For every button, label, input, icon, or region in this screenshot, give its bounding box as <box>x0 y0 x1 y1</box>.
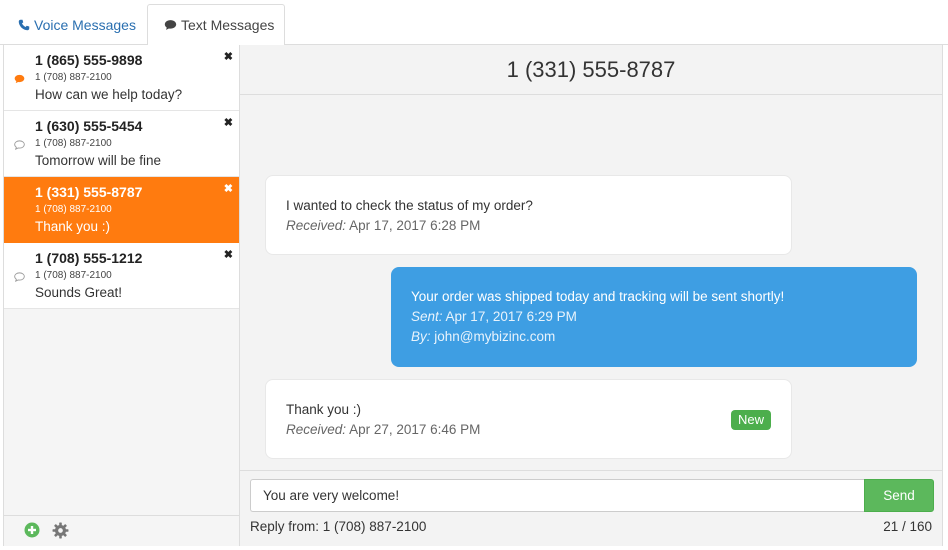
conversation-number: 1 (708) 555-1212 <box>35 250 143 266</box>
conversation-preview: How can we help today? <box>35 87 183 102</box>
conversation-item[interactable]: 1 (865) 555-9898 1 (708) 887-2100 How ca… <box>4 45 239 111</box>
message-meta: Received: Apr 17, 2017 6:28 PM <box>286 216 771 236</box>
message-sent: Your order was shipped today and trackin… <box>391 267 917 367</box>
message-text: I wanted to check the status of my order… <box>286 198 533 213</box>
received-time: Apr 27, 2017 6:46 PM <box>349 422 481 437</box>
messaging-app: 1 (865) 555-9898 1 (708) 887-2100 How ca… <box>3 45 943 546</box>
message-author: By: john@mybizinc.com <box>411 327 897 347</box>
phone-icon <box>18 19 30 31</box>
compose-area: Send Reply from: 1 (708) 887-2100 21 / 1… <box>240 470 942 546</box>
message-text: Thank you :) <box>286 402 362 417</box>
conversation-list: 1 (865) 555-9898 1 (708) 887-2100 How ca… <box>4 45 240 546</box>
message-meta: Received: Apr 27, 2017 6:46 PM <box>286 420 771 440</box>
tab-text-messages[interactable]: Text Messages <box>147 4 285 46</box>
conversation-item[interactable]: 1 (630) 555-5454 1 (708) 887-2100 Tomorr… <box>4 111 239 177</box>
plus-circle-icon[interactable] <box>24 522 40 538</box>
tab-text-label: Text Messages <box>181 17 275 33</box>
sent-label: Sent: <box>411 309 443 324</box>
gear-icon[interactable] <box>52 522 69 539</box>
close-icon[interactable]: ✖ <box>224 50 233 63</box>
conversation-line: 1 (708) 887-2100 <box>35 270 112 281</box>
speech-bubble-outline-icon <box>14 269 25 287</box>
tab-bar: Voice Messages Text Messages <box>0 0 948 46</box>
tab-voice-messages[interactable]: Voice Messages <box>6 4 146 45</box>
message-received: Thank you :) Received: Apr 27, 2017 6:46… <box>265 379 792 459</box>
close-icon[interactable]: ✖ <box>224 182 233 195</box>
conversation-thread: 1 (331) 555-8787 I wanted to check the s… <box>240 45 942 546</box>
conversation-line: 1 (708) 887-2100 <box>35 204 112 215</box>
conversation-number: 1 (331) 555-8787 <box>35 184 143 200</box>
conversation-line: 1 (708) 887-2100 <box>35 72 112 83</box>
speech-bubble-outline-icon <box>14 137 25 155</box>
conversation-preview: Tomorrow will be fine <box>35 153 162 168</box>
thread-title: 1 (331) 555-8787 <box>240 45 942 95</box>
by-label: By: <box>411 329 431 344</box>
conversation-preview: Thank you :) <box>35 219 111 234</box>
speech-bubble-icon <box>164 19 177 31</box>
conversation-item[interactable]: 1 (708) 555-1212 1 (708) 887-2100 Sounds… <box>4 243 239 309</box>
received-label: Received: <box>286 422 347 437</box>
tab-voice-label: Voice Messages <box>34 16 136 33</box>
reply-from: Reply from: 1 (708) 887-2100 <box>250 519 427 534</box>
received-label: Received: <box>286 218 347 233</box>
reply-input[interactable] <box>250 479 864 512</box>
author-email: john@mybizinc.com <box>434 329 556 344</box>
conversation-item-active[interactable]: 1 (331) 555-8787 1 (708) 887-2100 Thank … <box>4 177 239 243</box>
conversation-number: 1 (630) 555-5454 <box>35 118 143 134</box>
character-counter: 21 / 160 <box>883 519 932 534</box>
received-time: Apr 17, 2017 6:28 PM <box>349 218 481 233</box>
new-badge: New <box>730 410 771 430</box>
sent-time: Apr 17, 2017 6:29 PM <box>445 309 577 324</box>
message-meta: Sent: Apr 17, 2017 6:29 PM <box>411 307 897 327</box>
send-button[interactable]: Send <box>864 479 934 512</box>
conversation-number: 1 (865) 555-9898 <box>35 52 143 68</box>
conversation-preview: Sounds Great! <box>35 285 123 300</box>
unread-bubble-icon <box>14 71 25 89</box>
message-received: I wanted to check the status of my order… <box>265 175 792 255</box>
close-icon[interactable]: ✖ <box>224 248 233 261</box>
close-icon[interactable]: ✖ <box>224 116 233 129</box>
sidebar-footer <box>4 515 239 546</box>
conversation-line: 1 (708) 887-2100 <box>35 138 112 149</box>
message-text: Your order was shipped today and trackin… <box>411 289 785 304</box>
